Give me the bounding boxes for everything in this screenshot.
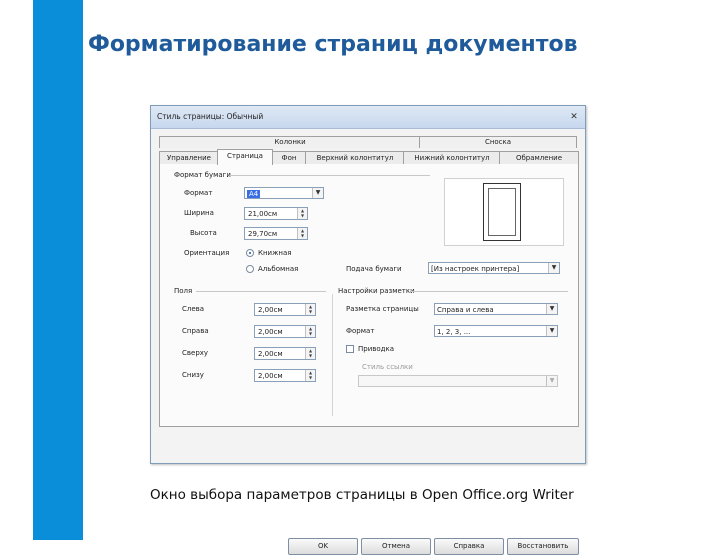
landscape-label: Альбомная [258,265,299,273]
reset-button[interactable]: Восстановить [507,538,579,555]
spin-arrows-icon[interactable]: ▲ ▼ [297,208,307,219]
paper-format-group-label: Формат бумаги [174,171,231,179]
chevron-down-icon: ▼ [312,188,323,198]
paper-tray-label: Подача бумаги [346,265,402,273]
tab-footer[interactable]: Нижний колонтитул [403,151,501,164]
slide-caption: Окно выбора параметров страницы в Open O… [150,487,574,503]
spin-arrows-icon[interactable]: ▲ ▼ [305,370,315,381]
page-tab-panel: Формат бумаги Формат A4 ▼ Ширина 21,00см… [159,164,579,427]
tab-row: Управление Страница Фон Верхний колонтит… [159,149,579,165]
margin-right-label: Справа [182,327,209,335]
height-label: Высота [190,229,217,237]
numbering-format-select[interactable]: 1, 2, 3, ... ▼ [434,325,558,337]
cancel-button[interactable]: Отмена [361,538,431,555]
margin-top-spinner[interactable]: 2,00см ▲ ▼ [254,347,316,360]
tab-page[interactable]: Страница [217,149,273,165]
paper-tray-select[interactable]: [Из настроек принтера] ▼ [428,262,560,274]
margin-right-spinner[interactable]: 2,00см ▲ ▼ [254,325,316,338]
format-select[interactable]: A4 ▼ [244,187,324,199]
width-spinner[interactable]: 21,00см ▲ ▼ [244,207,308,220]
tab-columns[interactable]: Колонки [159,136,421,148]
spin-arrows-icon[interactable]: ▲ ▼ [305,348,315,359]
register-label: Приводка [358,345,395,353]
page-layout-select[interactable]: Справа и слева ▼ [434,303,558,315]
page-layout-label: Разметка страницы [346,305,419,313]
dialog-title: Стиль страницы: Обычный [157,112,264,121]
spin-arrows-icon[interactable]: ▲ ▼ [305,304,315,315]
chevron-down-icon: ▼ [548,263,559,273]
tab-row-top: Колонки Сноска [159,136,577,148]
tab-header[interactable]: Верхний колонтитул [305,151,405,164]
spin-arrows-icon[interactable]: ▲ ▼ [297,228,307,239]
width-label: Ширина [184,209,214,217]
margin-left-label: Слева [182,305,205,313]
margin-left-spinner[interactable]: 2,00см ▲ ▼ [254,303,316,316]
vertical-divider [332,294,333,416]
ok-button[interactable]: OK [288,538,358,555]
page-preview [444,178,564,246]
reference-style-select[interactable]: ▼ [358,375,558,387]
accent-bar [33,0,83,540]
spin-arrows-icon[interactable]: ▲ ▼ [305,326,315,337]
register-checkbox[interactable] [346,345,354,353]
page-style-dialog: Стиль страницы: Обычный ✕ Колонки Сноска… [150,105,586,555]
portrait-radio[interactable] [246,249,254,257]
divider [410,291,568,292]
landscape-radio[interactable] [246,265,254,273]
height-spinner[interactable]: 29,70см ▲ ▼ [244,227,308,240]
chevron-down-icon: ▼ [546,326,557,336]
page-preview-icon [483,183,521,241]
chevron-down-icon: ▼ [546,376,557,386]
chevron-down-icon: ▼ [546,304,557,314]
tab-background[interactable]: Фон [271,151,307,164]
numbering-format-label: Формат [346,327,375,335]
margins-group-label: Поля [174,287,193,295]
dialog-titlebar: Стиль страницы: Обычный ✕ [151,106,585,129]
help-button[interactable]: Справка [434,538,504,555]
margin-bottom-spinner[interactable]: 2,00см ▲ ▼ [254,369,316,382]
tab-organizer[interactable]: Управление [159,151,219,164]
margin-bottom-label: Снизу [182,371,204,379]
tab-footnote[interactable]: Сноска [419,136,577,148]
reference-style-label: Стиль ссылки [362,363,413,371]
orientation-label: Ориентация [184,249,230,257]
layout-group-label: Настройки разметки [338,287,415,295]
portrait-label: Книжная [258,249,292,257]
close-icon[interactable]: ✕ [568,111,580,123]
slide-title: Форматирование страниц документов [88,32,578,57]
tab-borders[interactable]: Обрамление [499,151,579,164]
divider [196,291,326,292]
margin-top-label: Сверху [182,349,209,357]
divider [230,175,430,176]
format-label: Формат [184,189,213,197]
